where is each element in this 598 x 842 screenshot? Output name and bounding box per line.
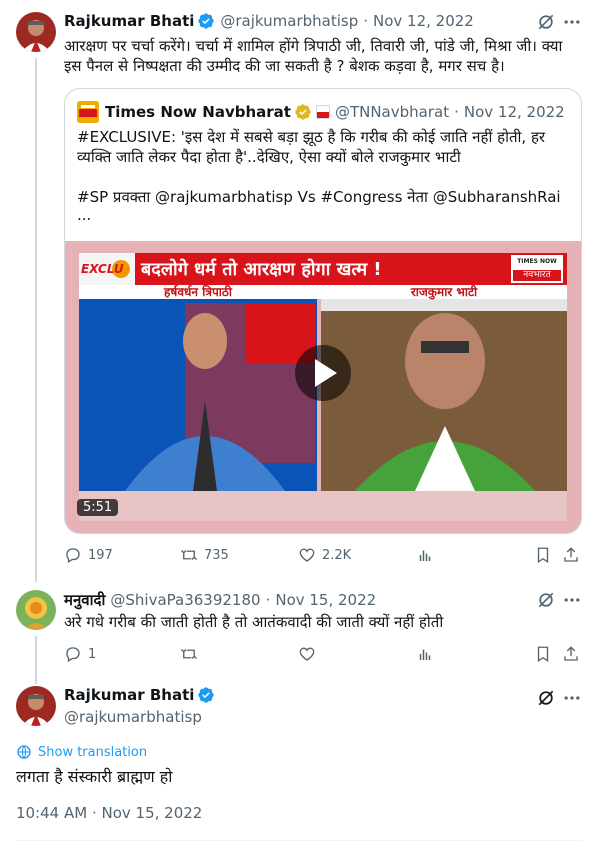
heart-icon [299, 647, 315, 661]
banner-tag: EXCLU [81, 262, 124, 276]
bookmark-icon [537, 646, 549, 663]
author-handle[interactable]: @rajkumarbhatisp [64, 708, 202, 726]
right-panelist-name: राजकुमार भाटी [410, 285, 478, 299]
bookmark-button[interactable] [534, 546, 558, 564]
logo-bottom: नवभारत [523, 270, 551, 280]
tweet-text-line: इस पैनल से निष्पक्षता की उम्मीद की जा सक… [64, 57, 505, 75]
share-icon [564, 646, 578, 661]
tweet-text: लगता है संस्कारी ब्राह्मण हो [16, 767, 173, 786]
show-translation-link[interactable]: Show translation [38, 745, 147, 760]
views-button[interactable] [416, 546, 440, 564]
quote-avatar [77, 101, 99, 123]
more-options-icon[interactable] [562, 688, 582, 708]
author-handle[interactable]: @ShivaPa36392180 [110, 591, 260, 609]
retweet-count: 735 [204, 547, 229, 563]
tweet-date[interactable]: Nov 15, 2022 [275, 591, 376, 609]
separator-dot: · [363, 12, 369, 30]
avatar[interactable] [16, 686, 56, 726]
translate-icon [17, 745, 31, 759]
author-name[interactable]: Rajkumar Bhati [64, 686, 194, 704]
quote-text-line: ... [77, 206, 92, 224]
tweet-text: आरक्षण पर चर्चा करेंगे। चर्चा में शामिल … [64, 36, 584, 76]
bookmark-icon [537, 547, 549, 564]
channel-logo: TIMES NOW नवभारत [511, 255, 563, 283]
logo-top: TIMES NOW [517, 258, 557, 265]
like-button[interactable] [298, 645, 322, 663]
quote-date[interactable]: Nov 12, 2022 [464, 103, 565, 121]
divider [16, 840, 582, 841]
reply-count: 197 [88, 547, 113, 563]
verified-gold-icon [295, 104, 311, 120]
tweet-date[interactable]: Nov 12, 2022 [373, 12, 474, 30]
quote-text-line: व्यक्ति जाति लेकर पैदा होता है'..देखिए, … [77, 148, 461, 166]
avatar[interactable] [16, 590, 56, 630]
grok-icon[interactable] [536, 688, 556, 708]
like-button[interactable]: 2.2K [298, 546, 351, 564]
retweet-button[interactable]: 735 [180, 546, 229, 564]
tweet-actions: 1 [64, 645, 582, 665]
thread-line [35, 58, 37, 582]
retweet-button[interactable] [180, 645, 204, 663]
bookmark-button[interactable] [534, 645, 558, 663]
grok-icon[interactable] [536, 12, 556, 32]
verified-badge-icon [198, 687, 215, 703]
tweet-text: अरे गधे गरीब की जाती होती है तो आतंकवादी… [64, 613, 444, 631]
more-options-icon[interactable] [562, 12, 582, 32]
tweet-timestamp[interactable]: 10:44 AM · Nov 15, 2022 [16, 804, 202, 822]
show-translation-button[interactable]: Show translation [16, 744, 147, 760]
video-duration: 5:51 [77, 499, 119, 516]
reply-icon [66, 548, 80, 563]
share-button[interactable] [562, 645, 586, 663]
quote-text-line: #EXCLUSIVE: 'इस देश में सबसे बड़ा झूठ है… [77, 128, 546, 146]
quote-author-name[interactable]: Times Now Navbharat [105, 103, 291, 121]
views-button[interactable] [416, 645, 440, 663]
quote-text-line: #SP प्रवक्ता @rajkumarbhatisp Vs #Congre… [77, 188, 561, 206]
retweet-icon [181, 649, 197, 659]
quote-author-handle[interactable]: @TNNavbharat [335, 103, 449, 121]
tweet-actions: 197 735 2.2K [64, 546, 582, 566]
avatar[interactable] [16, 12, 56, 52]
tweet-text-line: आरक्षण पर चर्चा करेंगे। चर्चा में शामिल … [64, 37, 563, 55]
grok-icon[interactable] [536, 590, 556, 610]
retweet-icon [181, 550, 197, 560]
reply-button[interactable]: 197 [64, 546, 113, 564]
video-headline: बदलोगे धर्म तो आरक्षण होगा खत्म ! [141, 259, 382, 280]
author-handle[interactable]: @rajkumarbhatisp [220, 12, 358, 30]
views-icon [419, 550, 431, 561]
video-player[interactable]: EXCLU बदलोगे धर्म तो आरक्षण होगा खत्म ! … [65, 241, 581, 533]
affiliate-badge-icon [315, 105, 330, 119]
verified-badge-icon [198, 13, 215, 29]
thread-line [35, 636, 37, 684]
left-panelist-name: हर्षवर्धन त्रिपाठी [164, 285, 232, 299]
author-name[interactable]: Rajkumar Bhati [64, 12, 194, 30]
reply-button[interactable]: 1 [64, 645, 96, 663]
heart-icon [299, 548, 315, 562]
quote-text: #EXCLUSIVE: 'इस देश में सबसे बड़ा झूठ है… [77, 127, 573, 223]
separator-dot: · [454, 103, 459, 121]
share-icon [564, 547, 578, 562]
video-banner: EXCLU [81, 255, 124, 283]
separator-dot: · [265, 591, 271, 609]
reply-icon [66, 647, 80, 662]
like-count: 2.2K [322, 547, 352, 563]
views-icon [419, 649, 431, 660]
play-button[interactable] [295, 345, 351, 401]
quoted-tweet[interactable]: Times Now Navbharat @TNNavbharat · Nov 1… [64, 88, 582, 534]
share-button[interactable] [562, 546, 586, 564]
reply-count: 1 [88, 646, 97, 662]
more-options-icon[interactable] [562, 590, 582, 610]
author-name[interactable]: मनुवादी [64, 590, 105, 610]
